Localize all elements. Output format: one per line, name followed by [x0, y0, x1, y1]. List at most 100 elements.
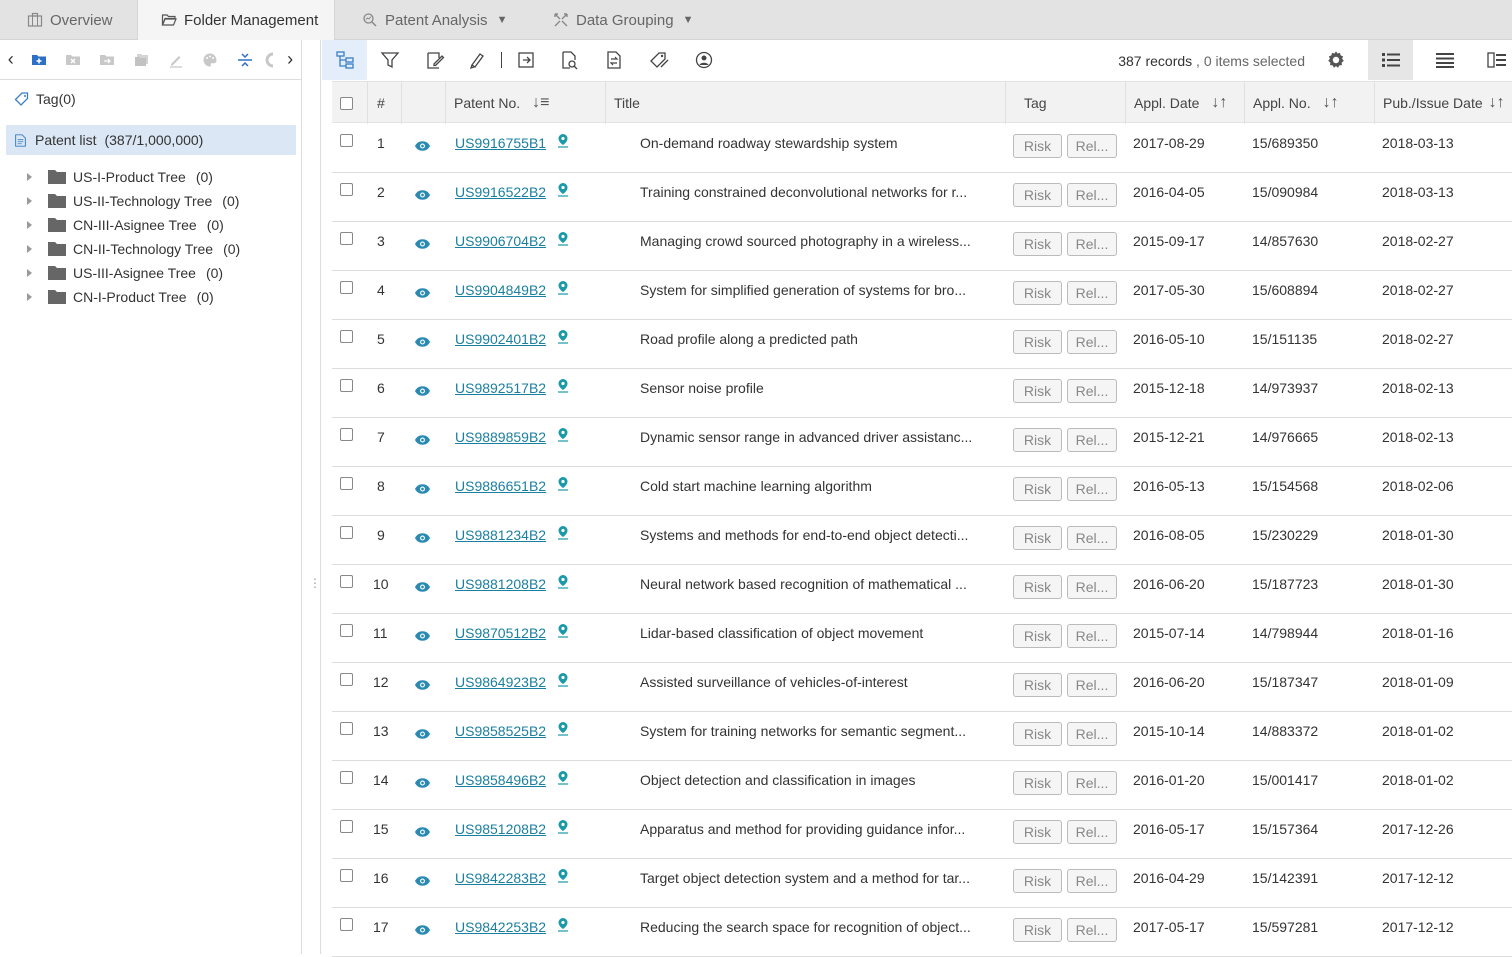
compare-button[interactable] [591, 40, 636, 80]
risk-tag-button[interactable]: Risk [1013, 869, 1062, 893]
patent-number-link[interactable]: US9904849B2 [455, 282, 546, 298]
eye-icon[interactable] [414, 483, 431, 495]
tree-view-button[interactable] [322, 40, 367, 80]
row-checkbox[interactable] [340, 869, 353, 882]
row-checkbox[interactable] [340, 183, 353, 196]
tag-item[interactable]: Tag(0) [14, 91, 76, 107]
export-button[interactable] [506, 40, 546, 80]
patent-number-link[interactable]: US9892517B2 [455, 380, 546, 396]
eye-icon[interactable] [414, 238, 431, 250]
related-tag-button[interactable]: Rel... [1067, 183, 1117, 207]
related-tag-button[interactable]: Rel... [1067, 722, 1117, 746]
related-tag-button[interactable]: Rel... [1067, 330, 1117, 354]
batch-edit-button[interactable] [412, 40, 457, 80]
row-checkbox[interactable] [340, 771, 353, 784]
table-row[interactable]: 17 US9842253B2 Reducing the search space f… [332, 908, 1512, 957]
tree-folder-item[interactable]: US-II-Technology Tree (0) [24, 189, 240, 213]
eye-icon[interactable] [414, 924, 431, 936]
related-tag-button[interactable]: Rel... [1067, 281, 1117, 305]
eye-icon[interactable] [414, 434, 431, 446]
location-pin-icon[interactable] [557, 722, 569, 736]
location-pin-icon[interactable] [557, 771, 569, 785]
folder-color-button[interactable] [193, 40, 227, 80]
related-tag-button[interactable]: Rel... [1067, 624, 1117, 648]
scroll-right-button[interactable]: › [279, 40, 301, 80]
patent-number-link[interactable]: US9864923B2 [455, 674, 546, 690]
compact-view-button[interactable] [1422, 40, 1467, 80]
location-pin-icon[interactable] [557, 379, 569, 393]
expand-arrow-icon[interactable] [27, 293, 32, 301]
patent-number-link[interactable]: US9916755B1 [455, 135, 546, 151]
sort-desc-icon[interactable]: ↓≡ [532, 94, 549, 112]
filter-button[interactable] [367, 40, 412, 80]
eye-icon[interactable] [414, 728, 431, 740]
table-row[interactable]: 6 US9892517B2 Sensor noise profile Risk Rel.… [332, 369, 1512, 418]
eye-icon[interactable] [414, 385, 431, 397]
related-tag-button[interactable]: Rel... [1067, 232, 1117, 256]
row-checkbox[interactable] [340, 281, 353, 294]
table-row[interactable]: 4 US9904849B2 System for simplified genera… [332, 271, 1512, 320]
patent-number-link[interactable]: US9842283B2 [455, 870, 546, 886]
table-row[interactable]: 9 US9881234B2 Systems and methods for end-… [332, 516, 1512, 565]
risk-tag-button[interactable]: Risk [1013, 820, 1062, 844]
row-checkbox[interactable] [340, 673, 353, 686]
table-row[interactable]: 12 US9864923B2 Assisted surveillance of ve… [332, 663, 1512, 712]
row-checkbox[interactable] [340, 330, 353, 343]
row-checkbox[interactable] [340, 624, 353, 637]
more-tools-button[interactable] [262, 40, 280, 80]
row-checkbox[interactable] [340, 477, 353, 490]
related-tag-button[interactable]: Rel... [1067, 869, 1117, 893]
header-appl-date[interactable]: Appl. Date ↓↑ [1126, 82, 1245, 124]
assign-button[interactable] [681, 40, 726, 80]
location-pin-icon[interactable] [557, 281, 569, 295]
patent-number-link[interactable]: US9902401B2 [455, 331, 546, 347]
patent-number-link[interactable]: US9858525B2 [455, 723, 546, 739]
tab-folder-management[interactable]: Folder Management [137, 0, 335, 40]
risk-tag-button[interactable]: Risk [1013, 673, 1062, 697]
tab-patent-analysis[interactable]: Patent Analysis ▼ [362, 0, 507, 40]
collapse-expand-button[interactable] [227, 40, 261, 80]
risk-tag-button[interactable]: Risk [1013, 183, 1062, 207]
table-row[interactable]: 16 US9842283B2 Target object detection sys… [332, 859, 1512, 908]
expand-arrow-icon[interactable] [27, 197, 32, 205]
table-row[interactable]: 2 US9916522B2 Training constrained deconvo… [332, 173, 1512, 222]
sort-icon[interactable]: ↓↑ [1323, 94, 1339, 112]
location-pin-icon[interactable] [557, 134, 569, 148]
table-row[interactable]: 1 US9916755B1 On-demand roadway stewardshi… [332, 124, 1512, 173]
eye-icon[interactable] [414, 336, 431, 348]
location-pin-icon[interactable] [557, 575, 569, 589]
eye-icon[interactable] [414, 777, 431, 789]
row-checkbox[interactable] [340, 526, 353, 539]
location-pin-icon[interactable] [557, 820, 569, 834]
table-row[interactable]: 13 US9858525B2 System for training network… [332, 712, 1512, 761]
gear-icon[interactable] [1325, 49, 1347, 71]
location-pin-icon[interactable] [557, 673, 569, 687]
row-checkbox[interactable] [340, 575, 353, 588]
search-in-results-button[interactable] [546, 40, 591, 80]
patent-list-item[interactable]: Patent list (387/1,000,000) [6, 125, 296, 155]
eye-icon[interactable] [414, 532, 431, 544]
related-tag-button[interactable]: Rel... [1067, 820, 1117, 844]
risk-tag-button[interactable]: Risk [1013, 918, 1062, 942]
table-row[interactable]: 8 US9886651B2 Cold start machine learning … [332, 467, 1512, 516]
table-row[interactable]: 14 US9858496B2 Object detection and classi… [332, 761, 1512, 810]
related-tag-button[interactable]: Rel... [1067, 477, 1117, 501]
risk-tag-button[interactable]: Risk [1013, 477, 1062, 501]
select-all-checkbox[interactable] [340, 96, 353, 110]
row-checkbox[interactable] [340, 918, 353, 931]
tag-patents-button[interactable] [636, 40, 681, 80]
related-tag-button[interactable]: Rel... [1067, 428, 1117, 452]
new-folder-button[interactable] [22, 40, 56, 80]
patent-number-link[interactable]: US9886651B2 [455, 478, 546, 494]
expand-arrow-icon[interactable] [27, 245, 32, 253]
location-pin-icon[interactable] [557, 869, 569, 883]
risk-tag-button[interactable]: Risk [1013, 232, 1062, 256]
rename-folder-button[interactable] [159, 40, 193, 80]
table-row[interactable]: 7 US9889859B2 Dynamic sensor range in adva… [332, 418, 1512, 467]
risk-tag-button[interactable]: Risk [1013, 134, 1062, 158]
related-tag-button[interactable]: Rel... [1067, 575, 1117, 599]
location-pin-icon[interactable] [557, 526, 569, 540]
eye-icon[interactable] [414, 826, 431, 838]
sort-icon[interactable]: ↓↑ [1211, 94, 1227, 112]
expand-arrow-icon[interactable] [27, 269, 32, 277]
